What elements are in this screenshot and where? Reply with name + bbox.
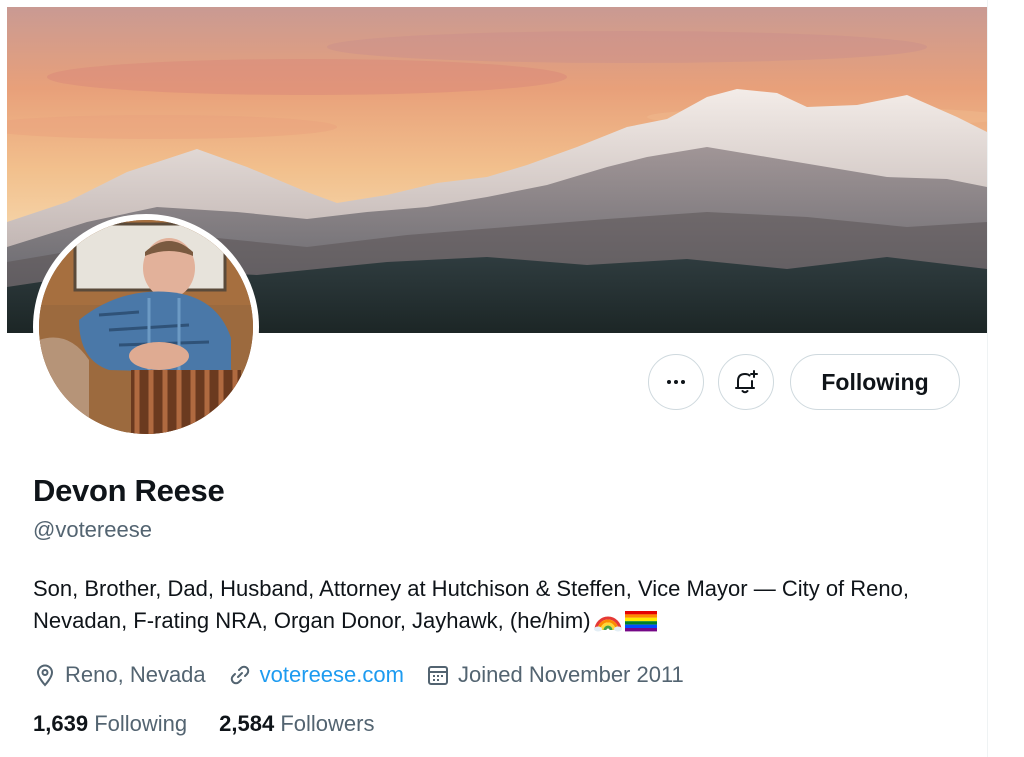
following-button[interactable]: Following [790, 354, 960, 410]
location-pin-icon [36, 664, 54, 687]
profile-avatar[interactable] [33, 214, 259, 440]
pride-flag-emoji [624, 609, 657, 641]
display-name: Devon Reese [33, 473, 225, 508]
following-stat-link[interactable]: 1,639 Following [33, 711, 187, 737]
more-icon [667, 380, 685, 384]
location-text: Reno, Nevada [65, 662, 206, 687]
calendar-icon [427, 666, 448, 685]
user-handle: @votereese [33, 517, 152, 542]
website-link[interactable]: votereese.com [260, 662, 404, 688]
profile-meta: Reno, Nevada votereese.com Joined Novemb… [33, 659, 706, 691]
bell-plus-icon [735, 370, 758, 394]
join-date-text: Joined November 2011 [457, 662, 684, 687]
profile-bio: Son, Brother, Dad, Husband, Attorney at … [33, 573, 953, 641]
more-options-button[interactable] [648, 354, 704, 410]
following-stat-label: Following [94, 711, 188, 736]
profile-page: Following Devon Reese @votereese Son, Br… [7, 7, 987, 757]
bio-text: Son, Brother, Dad, Husband, Attorney at … [33, 576, 909, 633]
join-date: Joined November 2011 [426, 662, 684, 688]
location: Reno, Nevada [33, 662, 206, 688]
followers-stat-link[interactable]: 2,584 Followers [219, 711, 374, 737]
following-count: 1,639 [33, 711, 89, 736]
followers-count: 2,584 [219, 711, 275, 736]
column-border [987, 0, 988, 757]
follow-stats: 1,639 Following 2,584 Followers [33, 711, 406, 737]
link-icon [230, 665, 249, 685]
followers-stat-label: Followers [280, 711, 375, 736]
website: votereese.com [228, 662, 404, 688]
rainbow-emoji [593, 608, 623, 641]
notifications-button[interactable] [718, 354, 774, 410]
